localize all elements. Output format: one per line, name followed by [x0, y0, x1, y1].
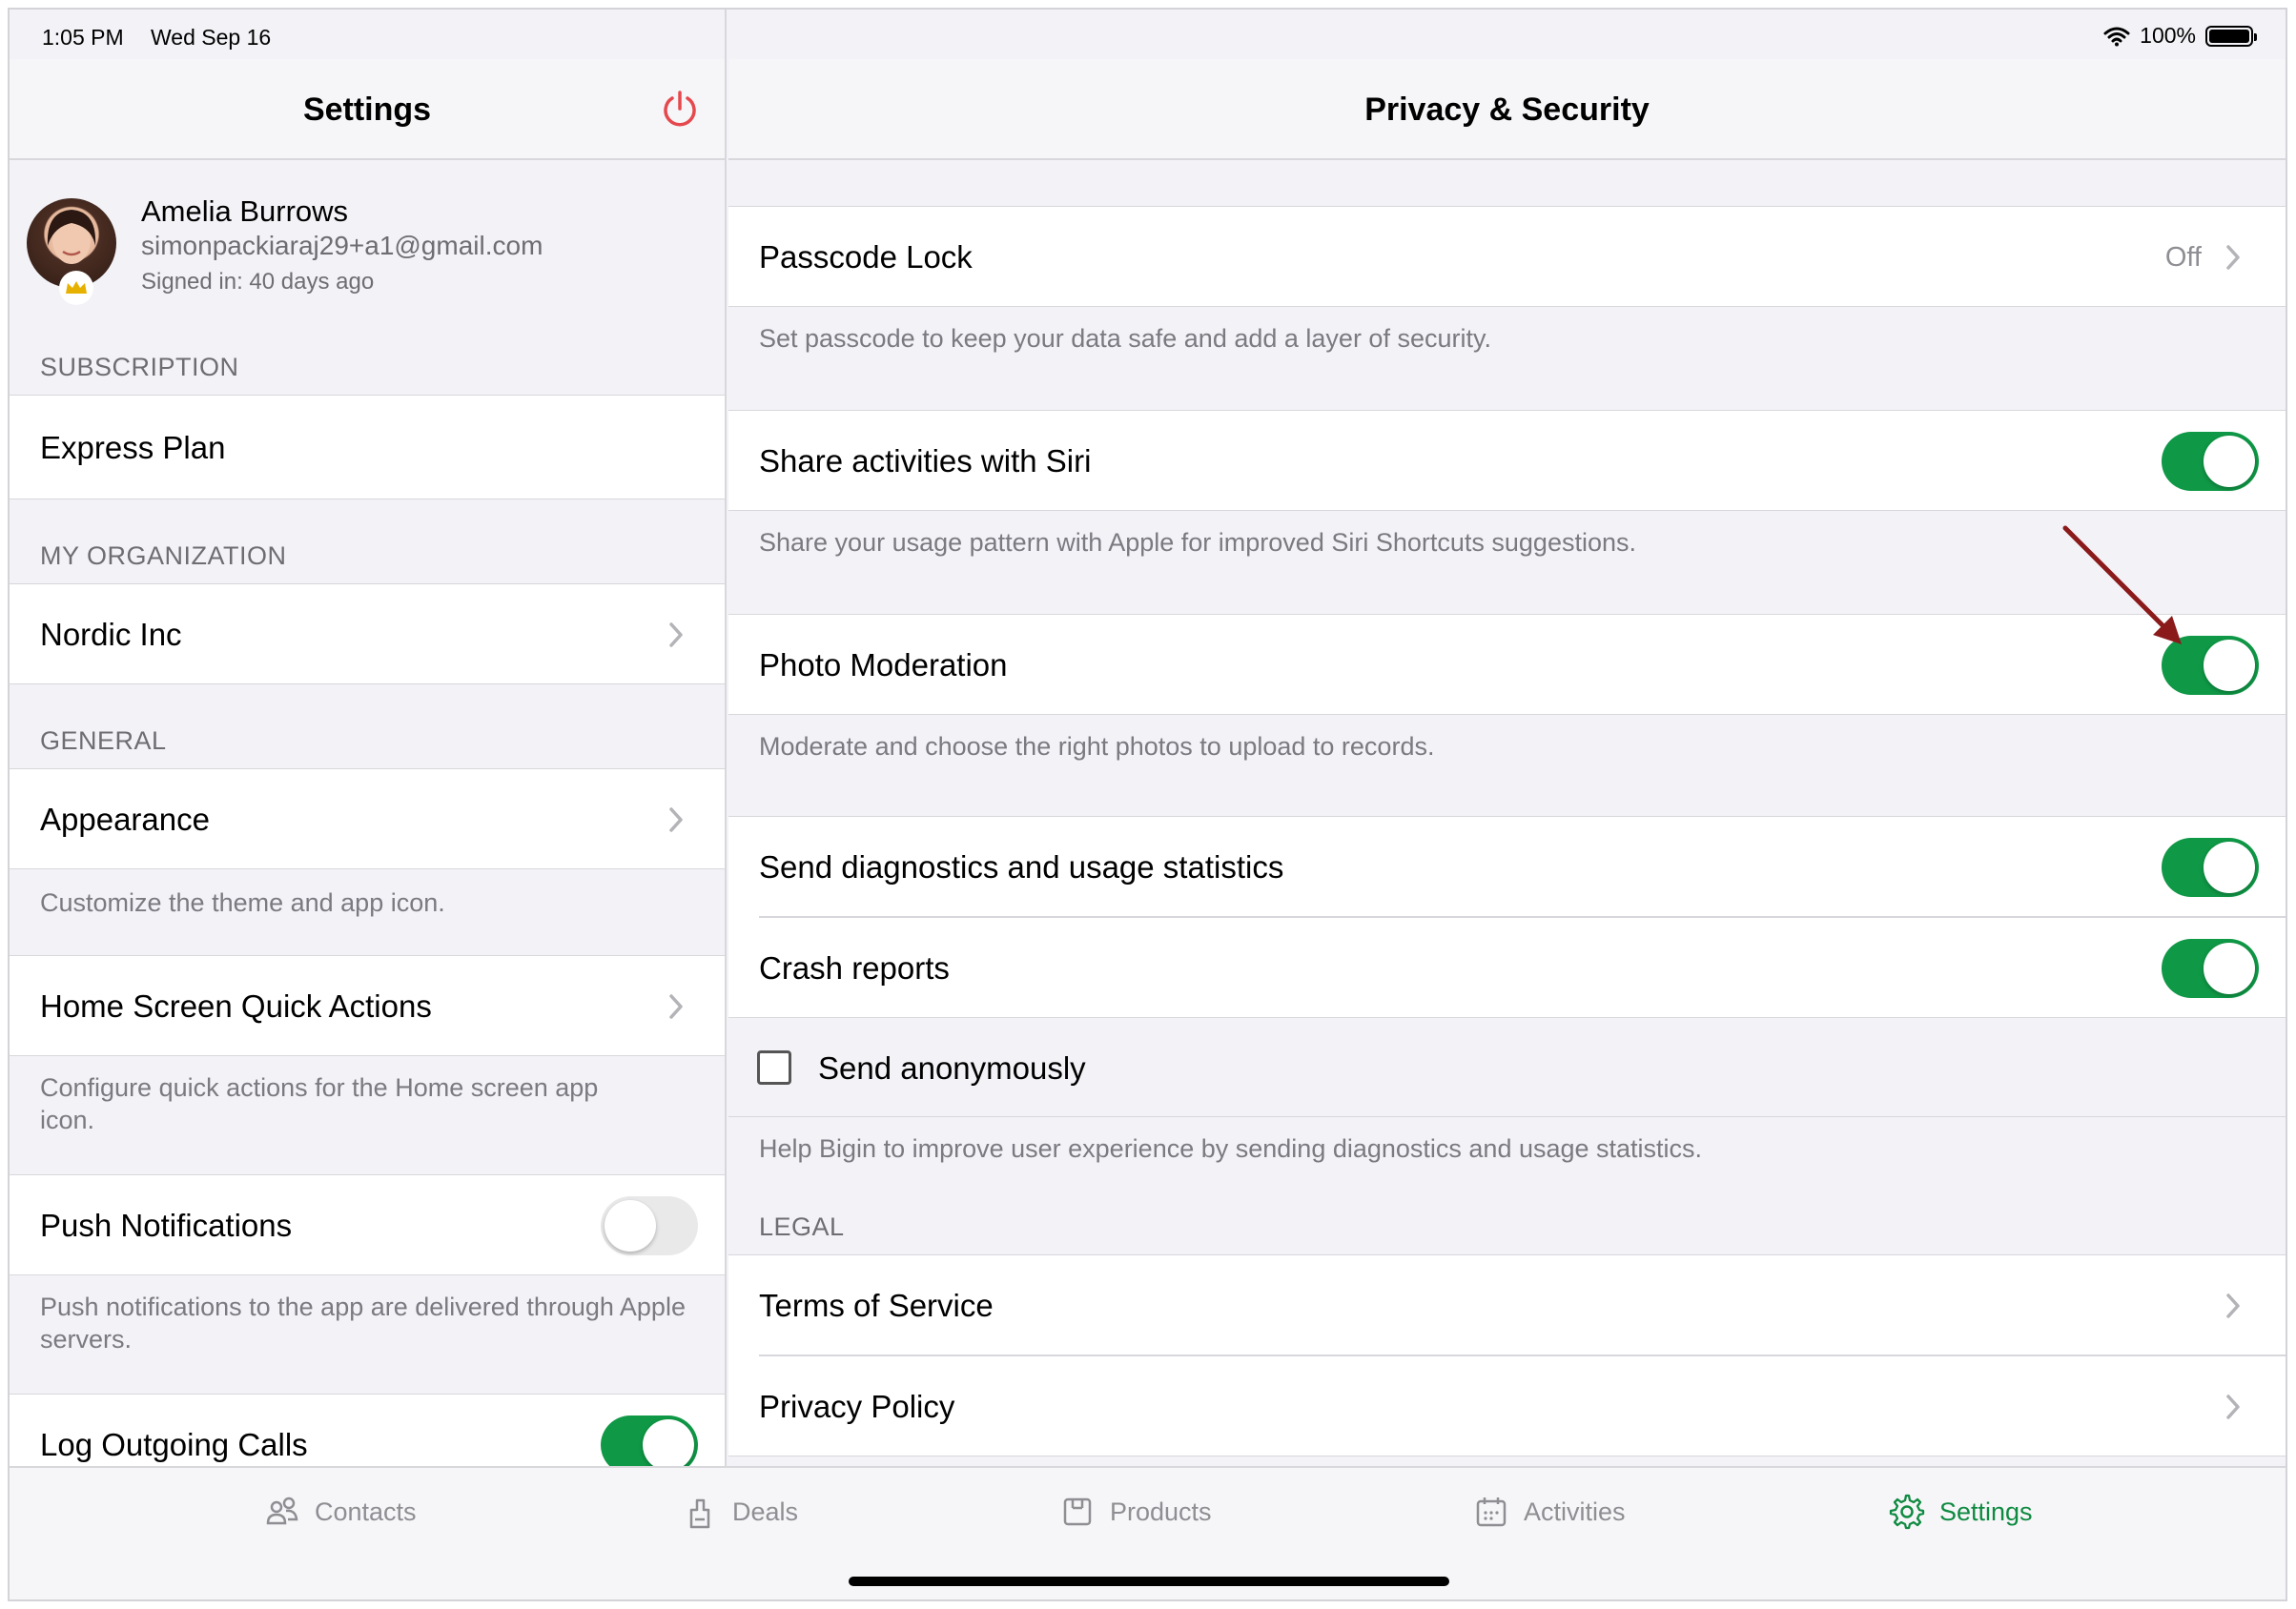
passcode-lock-label: Passcode Lock: [759, 239, 973, 275]
quick-actions-label: Home Screen Quick Actions: [40, 988, 432, 1024]
battery-icon: [2205, 25, 2257, 47]
privacy-security-pane: Privacy & Security Passcode Lock Off Set…: [728, 10, 2286, 1466]
crash-reports-toggle[interactable]: [2162, 939, 2259, 998]
terms-of-service-row[interactable]: Terms of Service: [728, 1255, 2286, 1354]
activities-icon: [1476, 1497, 1507, 1527]
appearance-footer: Customize the theme and app icon.: [40, 888, 445, 917]
status-date: Wed Sep 16: [151, 25, 272, 50]
tab-settings-label: Settings: [1939, 1497, 2033, 1526]
tab-settings[interactable]: Settings: [1888, 1493, 2033, 1531]
tab-deals-label: Deals: [732, 1497, 799, 1526]
diagnostics-label: Send diagnostics and usage statistics: [759, 849, 1284, 885]
crown-icon: [59, 271, 93, 305]
general-header: GENERAL: [40, 726, 167, 755]
tab-products-label: Products: [1110, 1497, 1212, 1526]
passcode-footer: Set passcode to keep your data safe and …: [759, 324, 1491, 353]
organization-header: MY ORGANIZATION: [40, 541, 287, 570]
privacy-policy-row[interactable]: Privacy Policy: [728, 1356, 2286, 1456]
products-icon: [1063, 1497, 1092, 1526]
passcode-lock-cell[interactable]: Passcode Lock Off: [728, 206, 2286, 307]
passcode-lock-value: Off: [2164, 242, 2202, 273]
profile-section[interactable]: Amelia Burrows simonpackiaraj29+a1@gmail…: [10, 162, 725, 334]
divider: [759, 916, 2286, 918]
tab-contacts-label: Contacts: [315, 1497, 417, 1526]
privacy-policy-label: Privacy Policy: [759, 1389, 955, 1424]
tab-deals[interactable]: Deals: [681, 1493, 798, 1531]
subscription-header: SUBSCRIPTION: [40, 353, 239, 381]
quick-actions-cell[interactable]: Home Screen Quick Actions: [10, 955, 725, 1056]
push-notifications-cell: Push Notifications: [10, 1174, 725, 1275]
chevron-right-icon: [669, 807, 683, 832]
battery-percent: 100%: [2140, 23, 2196, 48]
ipad-screen: Settings Amelia Burrows simonpackiaraj29…: [8, 8, 2287, 1601]
settings-title: Settings: [302, 92, 432, 128]
push-notifications-footer: Push notifications to the app are delive…: [40, 1293, 686, 1354]
annotation-arrow-icon: [2062, 525, 2182, 644]
appearance-cell[interactable]: Appearance: [10, 768, 725, 869]
log-calls-toggle[interactable]: [601, 1416, 698, 1466]
privacy-navbar: Privacy & Security: [728, 59, 2286, 160]
power-icon[interactable]: [660, 90, 700, 130]
status-bar: 1:05 PM Wed Sep 16 100%: [10, 10, 2286, 59]
photo-moderation-label: Photo Moderation: [759, 647, 1008, 682]
send-anonymously-checkbox[interactable]: [757, 1050, 791, 1085]
contacts-icon: [266, 1497, 298, 1525]
siri-cell: Share activities with Siri: [728, 410, 2286, 511]
profile-email: simonpackiaraj29+a1@gmail.com: [141, 231, 543, 260]
wifi-icon: [2103, 27, 2130, 46]
photo-moderation-footer: Moderate and choose the right photos to …: [759, 732, 1435, 761]
organization-label: Nordic Inc: [40, 617, 182, 652]
siri-toggle[interactable]: [2162, 432, 2259, 491]
quick-actions-footer: Configure quick actions for the Home scr…: [40, 1073, 599, 1134]
diagnostics-group: Send diagnostics and usage statistics Cr…: [728, 816, 2286, 1018]
send-anonymously-row[interactable]: Send anonymously: [728, 1018, 2286, 1117]
chevron-right-icon: [2226, 1293, 2240, 1318]
legal-group: Terms of Service Privacy Policy: [728, 1254, 2286, 1456]
chevron-right-icon: [669, 994, 683, 1019]
subscription-plan-label: Express Plan: [40, 430, 226, 465]
deals-icon: [689, 1498, 710, 1529]
settings-gear-icon: [1889, 1494, 1925, 1530]
push-notifications-toggle[interactable]: [601, 1196, 698, 1255]
tab-contacts[interactable]: Contacts: [263, 1493, 417, 1531]
tab-activities[interactable]: Activities: [1472, 1493, 1626, 1531]
chevron-right-icon: [2226, 245, 2240, 270]
subscription-plan-cell[interactable]: Express Plan: [10, 395, 725, 499]
home-indicator: [849, 1577, 1449, 1586]
send-anonymously-label: Send anonymously: [818, 1050, 1086, 1086]
chevron-right-icon: [2226, 1395, 2240, 1419]
profile-signed-in: Signed in: 40 days ago: [141, 269, 375, 295]
log-calls-cell: Log Outgoing Calls: [10, 1394, 725, 1466]
chevron-right-icon: [669, 622, 683, 647]
tab-activities-label: Activities: [1524, 1497, 1626, 1526]
terms-of-service-label: Terms of Service: [759, 1288, 994, 1323]
privacy-title: Privacy & Security: [1364, 92, 1650, 128]
settings-navbar: Settings: [10, 59, 725, 160]
profile-name: Amelia Burrows: [141, 194, 349, 228]
siri-footer: Share your usage pattern with Apple for …: [759, 528, 1636, 557]
log-calls-label: Log Outgoing Calls: [40, 1427, 308, 1462]
tab-products[interactable]: Products: [1058, 1493, 1212, 1531]
organization-cell[interactable]: Nordic Inc: [10, 583, 725, 684]
diagnostics-footer: Help Bigin to improve user experience by…: [759, 1134, 1703, 1163]
diagnostics-toggle[interactable]: [2162, 838, 2259, 897]
status-time: 1:05 PM: [42, 25, 124, 50]
photo-moderation-cell: Photo Moderation: [728, 614, 2286, 715]
settings-sidebar: Settings Amelia Burrows simonpackiaraj29…: [10, 10, 727, 1466]
crash-reports-label: Crash reports: [759, 950, 950, 986]
appearance-label: Appearance: [40, 802, 210, 837]
push-notifications-label: Push Notifications: [40, 1208, 293, 1243]
legal-header: LEGAL: [759, 1212, 845, 1241]
siri-label: Share activities with Siri: [759, 443, 1092, 479]
